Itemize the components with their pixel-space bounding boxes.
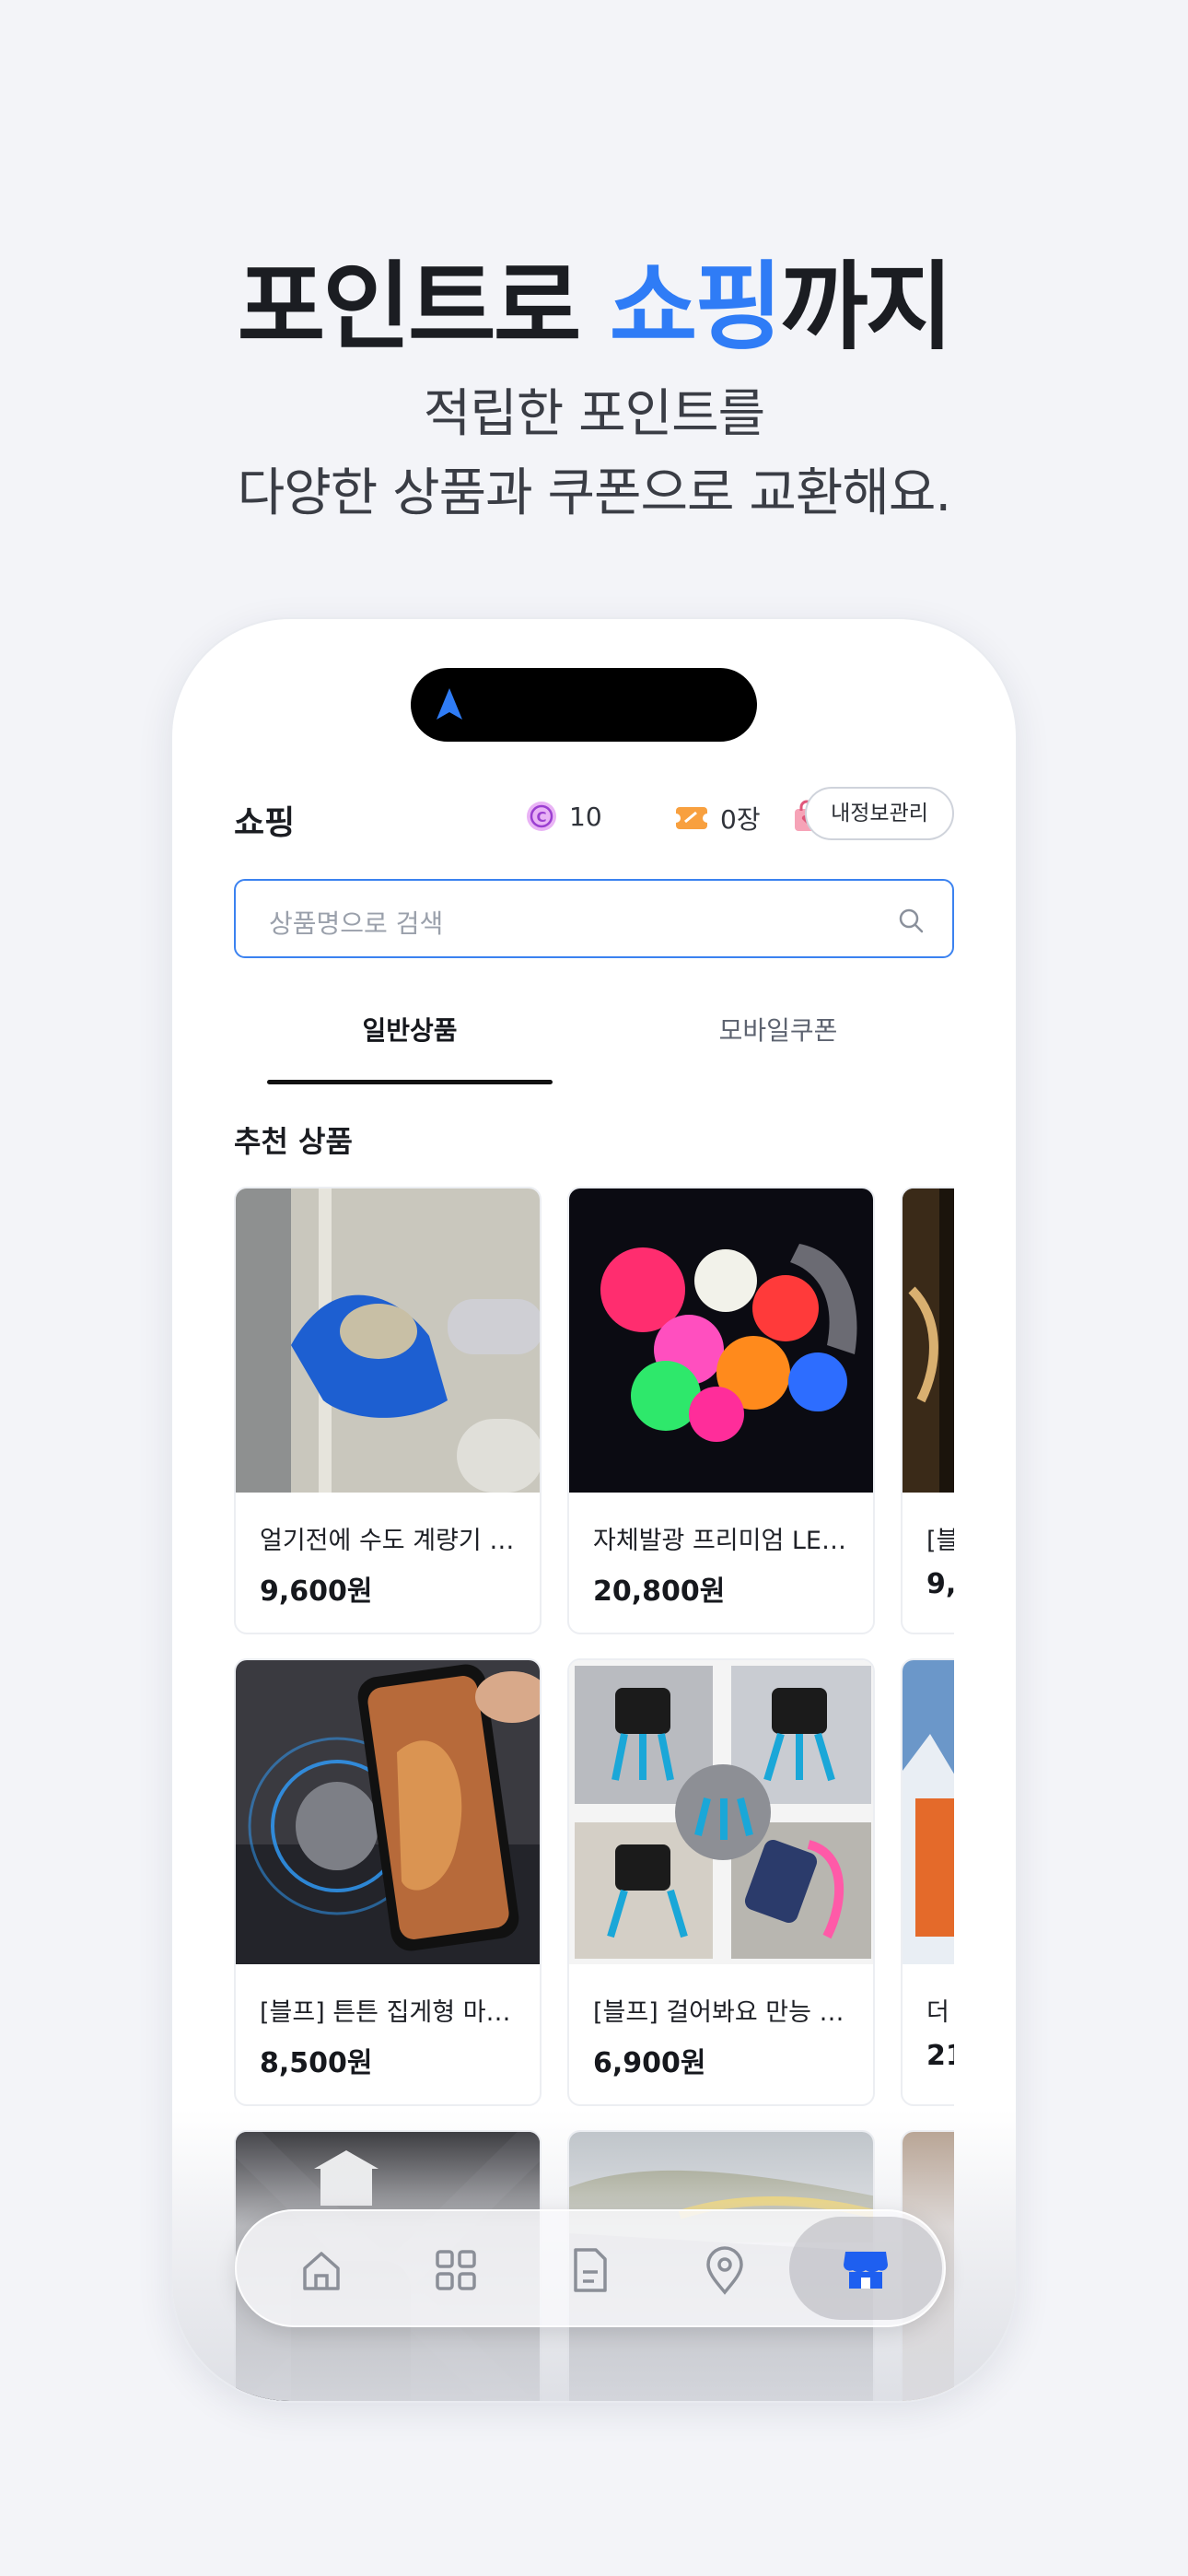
- tab-mobile-coupons[interactable]: 모바일쿠폰: [635, 999, 921, 1087]
- headline-part2: 까지: [779, 251, 953, 363]
- coin-icon: C: [527, 802, 556, 831]
- product-price: 9,600원: [260, 1575, 373, 1608]
- product-price: 6,900원: [593, 2047, 706, 2079]
- grid-icon[interactable]: [428, 2242, 483, 2298]
- product-card[interactable]: [블프] 걸어봐요 만능 거치대 6,900원: [567, 1658, 875, 2106]
- section-title: 추천 상품: [234, 1124, 353, 1159]
- product-name: [블: [926, 1527, 954, 1555]
- product-image: [903, 1188, 954, 1493]
- location-pin-icon[interactable]: [697, 2242, 752, 2298]
- tab-general-products[interactable]: 일반상품: [267, 999, 553, 1087]
- product-name: 자체발광 프리미엄 LED 골프공: [593, 1527, 860, 1555]
- search-input[interactable]: 상품명으로 검색: [234, 879, 954, 958]
- headline-part1: 포인트로: [237, 251, 610, 363]
- product-card[interactable]: 자체발광 프리미엄 LED 골프공 20,800원: [567, 1187, 875, 1634]
- svg-text:C: C: [536, 809, 546, 825]
- phone-mockup: 쇼핑 C 10 0장 0 내정보관: [172, 619, 1016, 2401]
- product-card[interactable]: 더 21: [901, 1658, 954, 2106]
- product-price: 8,500원: [260, 2047, 373, 2079]
- page-title: 쇼핑: [234, 804, 296, 842]
- point-value: 10: [569, 801, 602, 832]
- product-price: 20,800원: [593, 1575, 726, 1608]
- product-name: [블프] 튼튼 집게형 마그네틱 거치대: [260, 1998, 527, 2027]
- subtitle-line2: 다양한 상품과 쿠폰으로 교환해요.: [237, 463, 951, 523]
- active-tab-indicator: [267, 1080, 553, 1084]
- product-card[interactable]: [블프] 튼튼 집게형 마그네틱 거치대 8,500원: [234, 1658, 542, 2106]
- subtitle-line1: 적립한 포인트를: [423, 384, 765, 444]
- bottom-navigation: [235, 2209, 946, 2327]
- document-icon[interactable]: [563, 2242, 618, 2298]
- product-card[interactable]: [블 9,9: [901, 1187, 954, 1634]
- search-placeholder: 상품명으로 검색: [269, 908, 444, 939]
- product-card[interactable]: 얼기전에 수도 계량기 보온 9,600원: [234, 1187, 542, 1634]
- nav-item-shop[interactable]: [789, 2217, 942, 2320]
- app-header: 쇼핑 C 10 0장 0 내정보관: [234, 787, 954, 846]
- product-image: [236, 1188, 540, 1493]
- category-tabs: 일반상품 모바일쿠폰: [234, 999, 954, 1091]
- product-image: [236, 1660, 540, 1964]
- search-icon[interactable]: [897, 907, 925, 934]
- shop-icon: [844, 2252, 888, 2289]
- app-logo-icon: [437, 688, 462, 720]
- product-name: [블프] 걸어봐요 만능 거치대: [593, 1998, 860, 2027]
- product-image: [569, 1660, 873, 1964]
- headline: 포인트로 쇼핑까지: [0, 228, 1188, 368]
- coupon-count[interactable]: 0장: [674, 800, 761, 837]
- product-name: 얼기전에 수도 계량기 보온: [260, 1527, 527, 1555]
- headline-accent: 쇼핑: [609, 251, 783, 363]
- coupon-value: 0장: [720, 804, 761, 835]
- product-image: [569, 1188, 873, 1493]
- product-image: [903, 1660, 954, 1964]
- ticket-icon: [674, 807, 709, 829]
- my-info-button[interactable]: 내정보관리: [805, 787, 954, 840]
- product-price: 21: [926, 2040, 954, 2072]
- product-name: 더: [926, 1998, 949, 2027]
- point-balance[interactable]: C 10: [525, 800, 602, 833]
- dynamic-island: [411, 668, 757, 742]
- home-icon[interactable]: [294, 2242, 349, 2298]
- product-price: 9,9: [926, 1568, 954, 1600]
